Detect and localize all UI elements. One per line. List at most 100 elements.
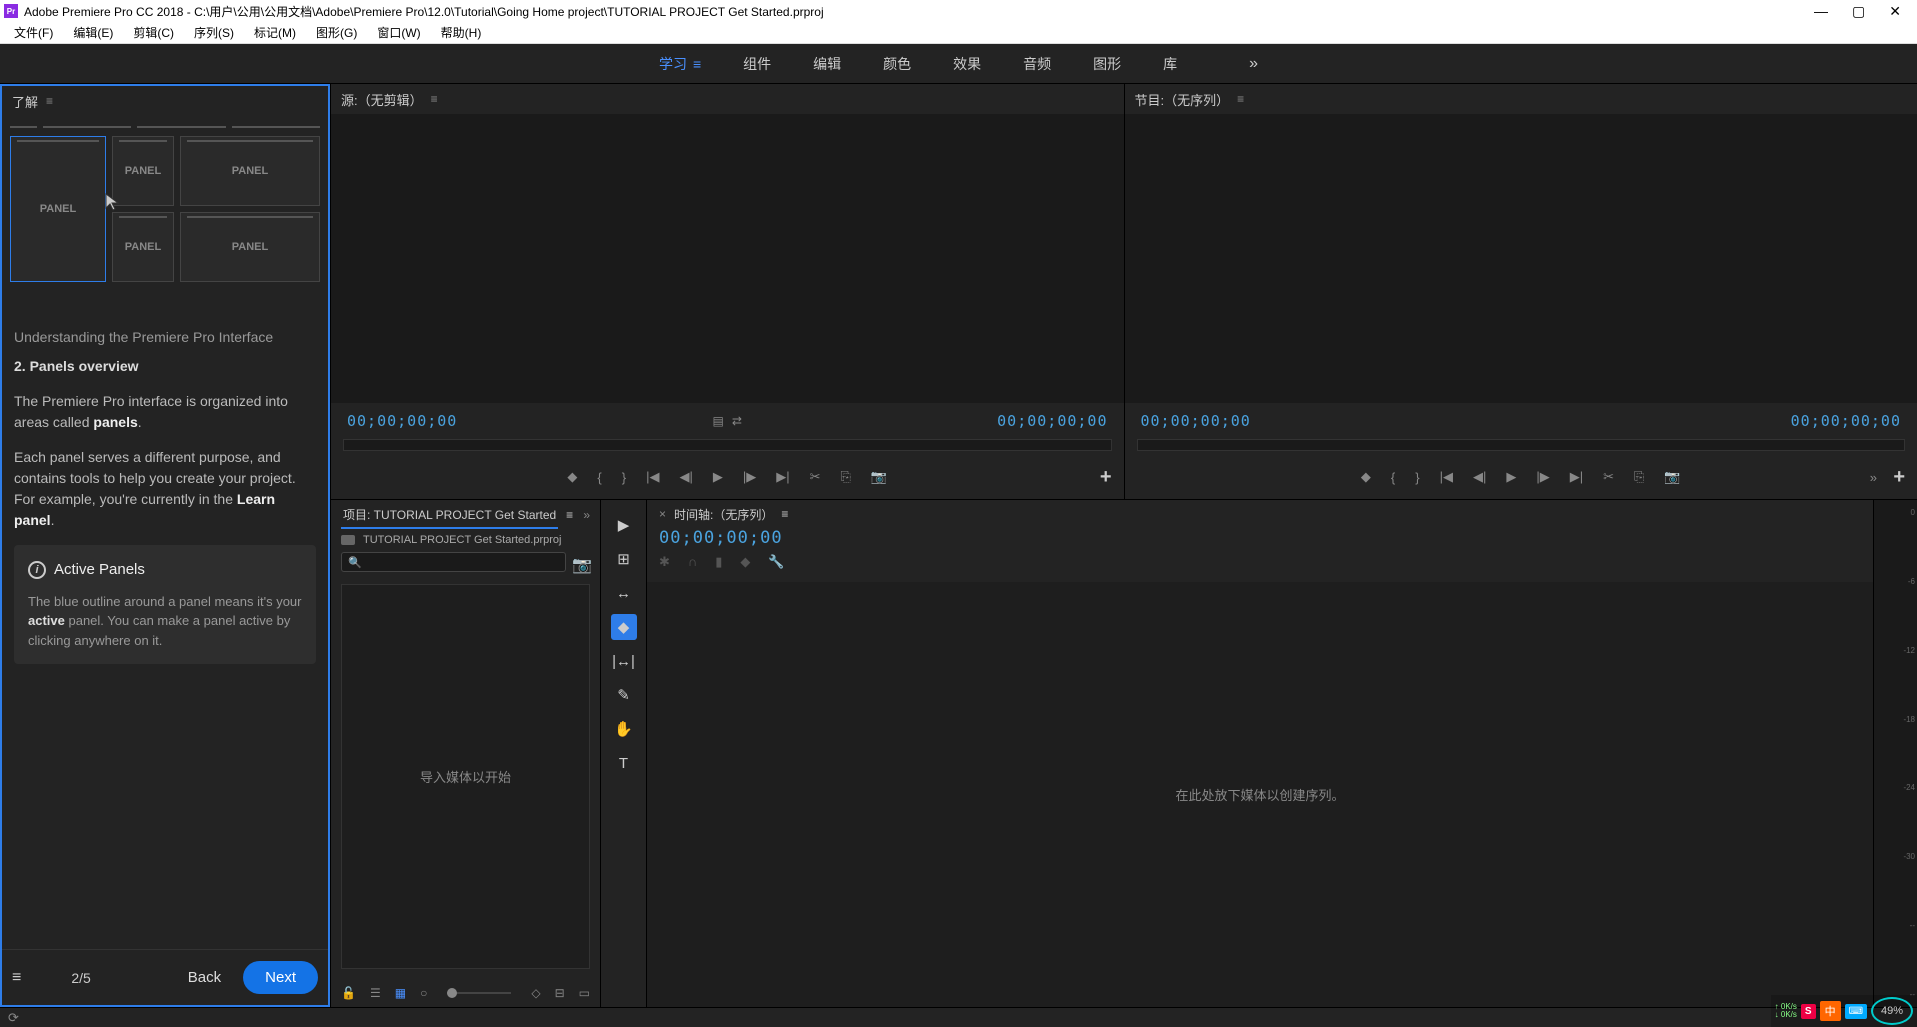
workspace-overflow-button[interactable]: »	[1249, 55, 1258, 73]
list-view-icon[interactable]: ☰	[370, 986, 381, 1000]
menu-clip[interactable]: 剪辑(C)	[123, 24, 184, 41]
menu-graphics[interactable]: 图形(G)	[306, 24, 367, 41]
back-button[interactable]: Back	[176, 963, 233, 992]
hand-tool[interactable]: ✋	[611, 716, 637, 742]
razor-tool[interactable]: ◆	[611, 614, 637, 640]
audio-meters-panel[interactable]: 0 -6 -12 -18 -24 -30 -- --	[1873, 500, 1917, 1007]
close-button[interactable]: ✕	[1889, 3, 1901, 20]
step-back-button[interactable]: ◀|	[679, 469, 692, 485]
freeform-view-icon[interactable]: ○	[420, 986, 427, 1000]
project-panel-tab[interactable]: 项目: TUTORIAL PROJECT Get Started	[341, 502, 558, 529]
step-back-button[interactable]: ◀|	[1473, 469, 1486, 485]
timeline-settings-icon[interactable]: 🔧	[768, 554, 784, 570]
panel-menu-icon[interactable]: ≡	[1237, 92, 1244, 106]
play-button[interactable]: ▶	[1506, 469, 1516, 485]
project-panel[interactable]: 项目: TUTORIAL PROJECT Get Started ≡ » TUT…	[330, 500, 600, 1007]
step-forward-button[interactable]: |▶	[743, 469, 756, 485]
source-video-area[interactable]	[331, 114, 1124, 403]
timeline-tab[interactable]: 时间轴:（无序列）	[674, 506, 773, 523]
program-monitor-panel[interactable]: 节目:（无序列）≡ 00;00;00;00 00;00;00;00 ◆ { } …	[1124, 84, 1917, 499]
workspace-tab-editing[interactable]: 编辑	[813, 54, 841, 74]
timeline-drop-area[interactable]: 在此处放下媒体以创建序列。	[647, 582, 1873, 1007]
minimize-button[interactable]: —	[1814, 3, 1828, 20]
settings-icon[interactable]: ⇄	[732, 414, 742, 428]
maximize-button[interactable]: ▢	[1852, 3, 1865, 20]
overflow-icon[interactable]: »	[1870, 470, 1877, 485]
overwrite-button[interactable]: ⎘	[841, 469, 851, 485]
button-editor-button[interactable]: +	[1100, 466, 1112, 489]
export-frame-button[interactable]: 📷	[871, 469, 887, 485]
fit-icon[interactable]: ▤	[713, 414, 724, 428]
source-scrubber[interactable]	[343, 439, 1112, 451]
workspace-tab-graphics[interactable]: 图形	[1093, 54, 1121, 74]
next-button[interactable]: Next	[243, 961, 318, 994]
source-monitor-tab[interactable]: 源:（无剪辑）	[341, 90, 423, 109]
step-forward-button[interactable]: |▶	[1536, 469, 1549, 485]
menu-edit[interactable]: 编辑(E)	[63, 24, 123, 41]
workspace-tab-color[interactable]: 颜色	[883, 54, 911, 74]
go-to-out-button[interactable]: ▶|	[776, 469, 789, 485]
linked-selection-icon[interactable]: ∩	[688, 554, 697, 570]
timeline-timecode[interactable]: 00;00;00;00	[647, 528, 1873, 548]
menu-window[interactable]: 窗口(W)	[367, 24, 430, 41]
play-button[interactable]: ▶	[713, 469, 723, 485]
project-search-input[interactable]: 🔍	[341, 552, 566, 572]
selection-tool[interactable]: ▶	[611, 512, 637, 538]
workspace-tab-libraries[interactable]: 库	[1163, 54, 1177, 74]
workspace-tab-effects[interactable]: 效果	[953, 54, 981, 74]
mark-in-button[interactable]: {	[1391, 470, 1395, 485]
go-to-out-button[interactable]: ▶|	[1570, 469, 1583, 485]
mark-in-button[interactable]: {	[597, 470, 601, 485]
menu-help[interactable]: 帮助(H)	[431, 24, 492, 41]
mark-out-button[interactable]: }	[1415, 470, 1419, 485]
sync-settings-icon[interactable]: ⟳	[8, 1010, 19, 1026]
timeline-marker-icon[interactable]: ◆	[740, 554, 750, 570]
timeline-panel[interactable]: × 时间轴:（无序列） ≡ 00;00;00;00 ✱ ∩ ▮ ◆ 🔧 在此处放…	[646, 500, 1873, 1007]
program-scrubber[interactable]	[1137, 439, 1906, 451]
add-marker-icon[interactable]: ▮	[715, 554, 722, 570]
performance-meter[interactable]: 49%	[1871, 997, 1913, 1025]
panel-menu-icon[interactable]: ≡	[566, 508, 573, 522]
go-to-in-button[interactable]: |◀	[646, 469, 659, 485]
menu-file[interactable]: 文件(F)	[4, 24, 63, 41]
program-video-area[interactable]	[1125, 114, 1917, 403]
track-select-tool[interactable]: ⊞	[611, 546, 637, 572]
panel-menu-icon[interactable]: ≡	[781, 507, 788, 521]
add-marker-button[interactable]: ◆	[1361, 469, 1371, 485]
write-lock-icon[interactable]: 🔓	[341, 986, 356, 1000]
learn-panel[interactable]: 了解 ≡ PANEL PANEL PANEL PANEL PANEL Under…	[0, 84, 330, 1007]
menu-markers[interactable]: 标记(M)	[244, 24, 306, 41]
mark-out-button[interactable]: }	[622, 470, 626, 485]
snap-icon[interactable]: ✱	[659, 554, 670, 570]
ime-keyboard-icon[interactable]: ⌨	[1845, 1004, 1867, 1019]
lift-button[interactable]: ✂	[1603, 469, 1614, 485]
new-bin-icon[interactable]: ▭	[579, 986, 590, 1000]
program-monitor-tab[interactable]: 节目:（无序列）	[1135, 90, 1230, 109]
source-monitor-panel[interactable]: 源:（无剪辑）≡ 00;00;00;00 ▤⇄ 00;00;00;00 ◆ { …	[330, 84, 1124, 499]
type-tool[interactable]: T	[611, 750, 637, 776]
insert-button[interactable]: ✂	[810, 469, 821, 485]
workspace-tab-assembly[interactable]: 组件	[743, 54, 771, 74]
learn-panel-tab[interactable]: 了解	[12, 92, 38, 111]
add-marker-button[interactable]: ◆	[567, 469, 577, 485]
find-icon[interactable]: ⊟	[555, 986, 565, 1000]
new-item-icon[interactable]: 📷	[572, 555, 590, 569]
zoom-slider[interactable]	[447, 992, 511, 994]
sort-icon[interactable]: ◇	[531, 986, 540, 1000]
button-editor-button[interactable]: +	[1893, 466, 1905, 489]
learn-hamburger-icon[interactable]: ≡	[12, 969, 21, 987]
workspace-tab-audio[interactable]: 音频	[1023, 54, 1051, 74]
project-overflow-icon[interactable]: »	[583, 508, 590, 522]
project-bin-area[interactable]: 导入媒体以开始	[341, 584, 590, 969]
go-to-in-button[interactable]: |◀	[1440, 469, 1453, 485]
workspace-tab-learn[interactable]: 学习≡	[659, 54, 701, 74]
extract-button[interactable]: ⎘	[1634, 469, 1644, 485]
export-frame-button[interactable]: 📷	[1664, 469, 1680, 485]
panel-menu-icon[interactable]: ≡	[431, 92, 438, 106]
pen-tool[interactable]: ✎	[611, 682, 637, 708]
panel-menu-icon[interactable]: ≡	[46, 94, 53, 108]
timeline-close-icon[interactable]: ×	[659, 507, 666, 521]
menu-sequence[interactable]: 序列(S)	[184, 24, 244, 41]
ime-lang-icon[interactable]: 中	[1820, 1001, 1841, 1021]
ime-sogou-icon[interactable]: S	[1801, 1004, 1816, 1019]
